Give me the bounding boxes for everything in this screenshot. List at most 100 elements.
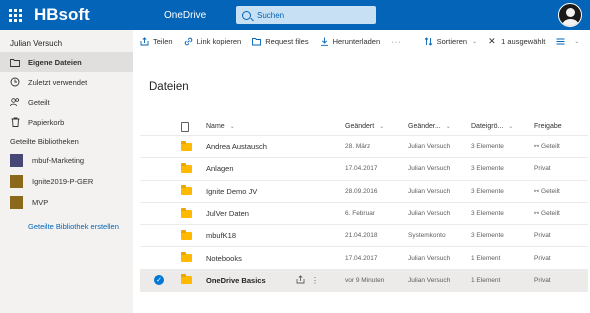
table-row[interactable]: Andrea Austausch 28. März Julian Versuch… bbox=[140, 136, 588, 159]
chevron-down-icon: ⌄ bbox=[379, 124, 385, 130]
request-files-button[interactable]: Request files bbox=[252, 36, 309, 46]
link-icon bbox=[184, 37, 192, 45]
more-commands-button[interactable]: ··· bbox=[391, 37, 402, 46]
file-list-header: Name ⌄ Geändert ⌄ Geänder... ⌄ Dateigrö.… bbox=[140, 118, 588, 136]
sidebar-library-ignite2019[interactable]: Ignite2019-P-GER bbox=[0, 171, 133, 192]
sidebar-user-name: Julian Versuch bbox=[10, 39, 63, 48]
selection-count-button[interactable]: ✕ 1 ausgewählt bbox=[488, 35, 545, 46]
file-name-link[interactable]: Notebooks bbox=[206, 247, 242, 268]
modified-date: 21.04.2018 bbox=[345, 232, 378, 240]
modified-date: 6. Februar bbox=[345, 210, 375, 218]
file-name-link[interactable]: Ignite Demo JV bbox=[206, 181, 257, 202]
more-options-button[interactable]: ⋮ bbox=[311, 276, 319, 285]
shared-libraries-heading: Geteilte Bibliotheken bbox=[10, 137, 79, 146]
download-button[interactable]: Herunterladen bbox=[320, 37, 380, 46]
top-bar: HBsoft OneDrive Suchen bbox=[0, 0, 590, 30]
file-name-link[interactable]: Andrea Austausch bbox=[206, 136, 267, 157]
sidebar-item-recent[interactable]: Zuletzt verwendet bbox=[0, 72, 133, 92]
column-header-size[interactable]: Dateigrö... ⌄ bbox=[471, 118, 513, 135]
sharing-status: Privat bbox=[534, 254, 551, 262]
row-actions: ⋮ bbox=[296, 270, 319, 291]
sidebar-item-shared[interactable]: Geteilt bbox=[0, 92, 133, 112]
share-button[interactable]: Teilen bbox=[140, 37, 173, 46]
folder-icon bbox=[181, 185, 192, 196]
app-name-link[interactable]: OneDrive bbox=[164, 10, 234, 21]
file-name-link[interactable]: Anlagen bbox=[206, 158, 234, 179]
sidebar: Julian Versuch Eigene Dateien Zuletzt ve… bbox=[0, 30, 133, 313]
shared-people-icon: ⚯ bbox=[534, 144, 540, 151]
table-row-selected[interactable]: ✓ OneDrive Basics ⋮ vor 9 Minuten Julian… bbox=[140, 269, 588, 293]
create-shared-library-link[interactable]: Geteilte Bibliothek erstellen bbox=[0, 213, 133, 231]
file-name-link[interactable]: OneDrive Basics bbox=[206, 270, 266, 291]
sharing-status: ⚯ Geteilt bbox=[534, 203, 560, 224]
chevron-down-icon: ⌄ bbox=[229, 124, 235, 130]
modified-by: Systemkonto bbox=[408, 232, 446, 240]
share-icon bbox=[140, 36, 149, 45]
chevron-down-icon: ⌄ bbox=[574, 38, 580, 45]
document-icon bbox=[181, 121, 189, 132]
modified-date: 17.04.2017 bbox=[345, 165, 378, 173]
close-icon: ✕ bbox=[488, 35, 496, 46]
column-header-name[interactable]: Name ⌄ bbox=[206, 118, 235, 135]
folder-icon bbox=[10, 57, 20, 67]
file-size: 3 Elemente bbox=[471, 143, 504, 151]
copy-link-button[interactable]: Link kopieren bbox=[184, 37, 241, 46]
chevron-down-icon: ⌄ bbox=[445, 124, 451, 130]
modified-date: 17.04.2017 bbox=[345, 254, 378, 262]
row-select-checkbox[interactable]: ✓ bbox=[154, 270, 164, 291]
search-box[interactable]: Suchen bbox=[236, 6, 376, 24]
share-label: Teilen bbox=[153, 36, 173, 46]
column-header-modified[interactable]: Geändert ⌄ bbox=[345, 118, 384, 135]
file-name-link[interactable]: JulVer Daten bbox=[206, 203, 249, 224]
file-type-column-header[interactable] bbox=[181, 118, 189, 135]
sharing-label: Geteilt bbox=[541, 210, 560, 218]
app-launcher-button[interactable] bbox=[0, 0, 30, 30]
file-size: 1 Element bbox=[471, 276, 501, 284]
library-label: MVP bbox=[32, 198, 49, 207]
table-row[interactable]: Ignite Demo JV 28.09.2016 Julian Versuch… bbox=[140, 181, 588, 203]
column-header-modified-by[interactable]: Geänder... ⌄ bbox=[408, 118, 451, 135]
search-input-placeholder[interactable]: Suchen bbox=[257, 11, 284, 20]
user-avatar[interactable] bbox=[558, 3, 582, 27]
sidebar-item-label: Papierkorb bbox=[28, 117, 65, 127]
folder-icon bbox=[181, 162, 192, 173]
sort-button[interactable]: Sortieren ⌄ bbox=[424, 37, 477, 46]
column-header-sharing[interactable]: Freigabe bbox=[534, 118, 562, 135]
share-row-button[interactable] bbox=[296, 275, 305, 286]
chevron-down-icon: ⌄ bbox=[472, 38, 478, 45]
file-size: 1 Element bbox=[471, 254, 501, 262]
search-icon bbox=[242, 10, 251, 20]
table-row[interactable]: JulVer Daten 6. Februar Julian Versuch 3… bbox=[140, 203, 588, 226]
sort-label: Sortieren bbox=[436, 36, 468, 46]
table-row[interactable]: Anlagen 17.04.2017 Julian Versuch 3 Elem… bbox=[140, 158, 588, 181]
sidebar-library-mbuf-marketing[interactable]: mbuf-Marketing bbox=[0, 150, 133, 171]
request-files-icon bbox=[252, 37, 262, 45]
folder-icon bbox=[181, 252, 192, 263]
sidebar-item-my-files[interactable]: Eigene Dateien bbox=[0, 52, 133, 72]
folder-icon bbox=[181, 229, 192, 240]
sharing-label: Geteilt bbox=[541, 187, 560, 195]
trash-icon bbox=[10, 117, 20, 127]
chevron-down-icon: ⌄ bbox=[508, 124, 514, 130]
column-header-label: Dateigrö... bbox=[471, 123, 504, 130]
sidebar-library-mvp[interactable]: MVP bbox=[0, 192, 133, 213]
view-options-button[interactable]: ⌄ bbox=[556, 37, 579, 46]
file-size: 3 Elemente bbox=[471, 232, 504, 240]
list-view-icon bbox=[556, 38, 565, 44]
modified-by: Julian Versuch bbox=[408, 276, 451, 284]
table-row[interactable]: Notebooks 17.04.2017 Julian Versuch 1 El… bbox=[140, 247, 588, 270]
brand-logo[interactable]: HBsoft bbox=[34, 5, 164, 25]
column-header-label: Name bbox=[206, 123, 225, 130]
request-files-label: Request files bbox=[265, 36, 309, 46]
column-header-label: Freigabe bbox=[534, 123, 562, 130]
sort-icon bbox=[424, 36, 432, 46]
sidebar-item-recycle-bin[interactable]: Papierkorb bbox=[0, 112, 133, 132]
modified-by: Julian Versuch bbox=[408, 254, 451, 262]
sharing-status: Privat bbox=[534, 232, 551, 240]
table-row[interactable]: mbufK18 21.04.2018 Systemkonto 3 Element… bbox=[140, 225, 588, 248]
column-header-label: Geänder... bbox=[408, 123, 441, 130]
file-name-link[interactable]: mbufK18 bbox=[206, 225, 236, 246]
column-header-label: Geändert bbox=[345, 123, 375, 130]
sharing-status: ⚯ Geteilt bbox=[534, 181, 560, 202]
folder-icon bbox=[181, 274, 192, 285]
